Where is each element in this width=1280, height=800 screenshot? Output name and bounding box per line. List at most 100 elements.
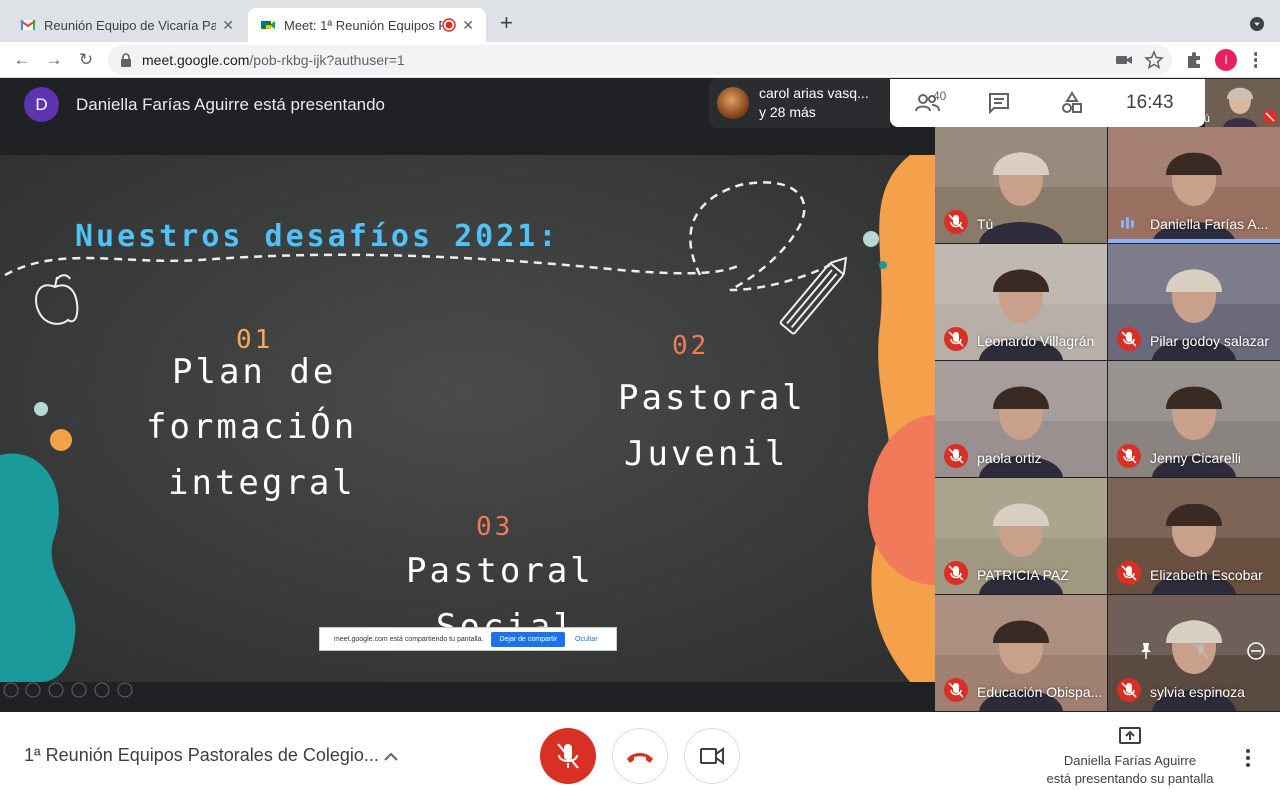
participant-tile[interactable]: Tú	[935, 127, 1107, 243]
participant-tile[interactable]: paola ortiz	[935, 361, 1107, 477]
floating-participant-name: carol arias vasq...	[759, 85, 869, 101]
presenting-status[interactable]: Daniella Farías Aguirre está presentando…	[1030, 726, 1230, 788]
chat-icon[interactable]	[987, 91, 1011, 115]
slide-item-text: formaciÓn	[146, 407, 358, 447]
extensions-puzzle-icon[interactable]	[1184, 50, 1204, 70]
meeting-clock: 16:43	[1126, 92, 1174, 113]
slide-item-number: 03	[476, 512, 514, 542]
meet-icon	[261, 21, 275, 29]
url-path: /pob-rkbg-ijk?authuser=1	[249, 52, 405, 68]
muted-mic-icon	[944, 561, 968, 585]
shared-slide: Nuestros desafíos 2021: 01 Plan de forma…	[0, 155, 935, 682]
lock-icon	[121, 53, 131, 67]
stop-sharing-button[interactable]: Dejar de compartir	[491, 631, 566, 647]
self-preview[interactable]: Tú	[1205, 79, 1280, 127]
tile-hover-controls	[1136, 641, 1266, 665]
camera-permission-icon[interactable]	[1114, 50, 1134, 70]
muted-mic-icon	[944, 444, 968, 468]
presenter-banner-text: Daniella Farías Aguirre está presentando	[76, 94, 386, 114]
participant-name: paola ortiz	[977, 450, 1042, 466]
slide-item-text: Pastoral	[406, 551, 594, 591]
participant-tile[interactable]: Leonardo Villagrán	[935, 244, 1107, 360]
hang-up-icon	[627, 753, 653, 763]
mic-toggle-button[interactable]	[540, 728, 596, 784]
slide-nav-controls[interactable]	[2, 680, 142, 700]
muted-mic-icon	[1117, 678, 1141, 702]
participant-count: 40	[933, 89, 947, 103]
close-tab-icon[interactable]: ✕	[462, 17, 474, 34]
remove-participant-icon[interactable]	[1246, 641, 1266, 661]
participant-tile[interactable]: Daniella Farías A...	[1108, 127, 1280, 243]
muted-mic-icon	[1117, 561, 1141, 585]
activities-icon[interactable]	[1060, 91, 1084, 115]
tab-meet[interactable]: Meet: 1ª Reunión Equipos Pastorales ✕	[248, 8, 486, 42]
presenting-note-name: Daniella Farías Aguirre	[1063, 753, 1197, 768]
participant-name: Educación Obispa...	[977, 684, 1103, 700]
participant-tile[interactable]: PATRICIA PAZ	[935, 478, 1107, 594]
participant-tile[interactable]: Pilar godoy salazar	[1108, 244, 1280, 360]
slide-item-text: Plan de	[172, 352, 337, 392]
tab-title: Meet: 1ª Reunión Equipos Pastorales	[284, 17, 442, 33]
new-tab-button[interactable]: +	[500, 12, 513, 34]
mute-participant-icon[interactable]	[1191, 641, 1211, 661]
gmail-icon	[20, 20, 36, 30]
participant-name: Daniella Farías A...	[1150, 216, 1269, 232]
participant-name: PATRICIA PAZ	[977, 567, 1069, 583]
share-banner-text: meet.google.com está compartiendo tu pan…	[334, 635, 484, 643]
tab-title: Reunión Equipo de Vicaría Pastoral	[44, 17, 217, 33]
slide-item-number: 01	[236, 325, 274, 355]
slide-item-text: integral	[168, 463, 356, 503]
slide-item-text: Pastoral	[618, 378, 806, 418]
url-host: meet.google.com	[142, 52, 250, 68]
muted-mic-icon	[944, 327, 968, 351]
back-arrow-icon[interactable]: ←	[10, 48, 34, 72]
presentation-stage: D Daniella Farías Aguirre está presentan…	[0, 79, 935, 712]
participant-name: Elizabeth Escobar	[1150, 567, 1263, 583]
presenter-banner: D Daniella Farías Aguirre está presentan…	[24, 87, 385, 122]
muted-mic-icon	[1263, 110, 1277, 124]
presenter-avatar: D	[24, 87, 59, 122]
speaking-indicator	[1108, 239, 1280, 243]
participant-name: Pilar godoy salazar	[1150, 333, 1270, 349]
address-bar[interactable]: meet.google.com/pob-rkbg-ijk?authuser=1	[108, 45, 1172, 75]
profile-avatar[interactable]: I	[1215, 49, 1237, 71]
browser-menu-icon[interactable]	[1253, 50, 1257, 70]
audio-level-icon	[1121, 217, 1134, 229]
other-participants-chip[interactable]: carol arias vasq... y 28 más	[709, 78, 890, 128]
participant-name: Leonardo Villagrán	[977, 333, 1095, 349]
presenting-note-status: está presentando su pantalla	[1046, 771, 1214, 786]
browser-toolbar: ← → ↻ meet.google.com/pob-rkbg-ijk?authu…	[0, 42, 1280, 78]
more-options-icon[interactable]	[1244, 748, 1252, 768]
slide-item-text: Juvenil	[624, 434, 789, 474]
forward-arrow-icon[interactable]: →	[42, 48, 66, 72]
hide-banner-link[interactable]: Ocultar	[575, 636, 598, 643]
participant-tile[interactable]: sylvia espinoza	[1108, 595, 1280, 711]
tab-gmail[interactable]: Reunión Equipo de Vicaría Pastoral ✕	[8, 8, 246, 42]
meeting-top-panel: 40 16:43	[890, 79, 1205, 127]
chevron-up-icon[interactable]	[383, 750, 399, 762]
participant-name: sylvia espinoza	[1150, 684, 1245, 700]
slide-item-number: 02	[672, 331, 710, 361]
muted-mic-icon	[944, 210, 968, 234]
meeting-bottom-bar: 1ª Reunión Equipos Pastorales de Colegio…	[0, 712, 1280, 800]
participant-tile[interactable]: Jenny Cicarelli	[1108, 361, 1280, 477]
pin-icon[interactable]	[1136, 641, 1156, 661]
participant-tile[interactable]: Elizabeth Escobar	[1108, 478, 1280, 594]
avatar	[717, 87, 749, 119]
camera-toggle-button[interactable]	[684, 728, 740, 784]
participant-name: Jenny Cicarelli	[1150, 450, 1242, 466]
reload-icon[interactable]: ↻	[74, 48, 98, 72]
screen-share-banner: meet.google.com está compartiendo tu pan…	[319, 627, 617, 651]
close-tab-icon[interactable]: ✕	[222, 17, 234, 34]
mic-off-icon	[557, 743, 579, 769]
slide-heading: Nuestros desafíos 2021:	[75, 219, 560, 254]
star-bookmark-icon[interactable]	[1144, 50, 1164, 70]
participant-tile[interactable]: Educación Obispa...	[935, 595, 1107, 711]
tab-search-icon[interactable]	[1250, 17, 1264, 31]
present-screen-icon	[1119, 727, 1141, 744]
self-preview-label: Tú	[1205, 113, 1210, 125]
camera-icon	[700, 747, 724, 765]
meeting-title[interactable]: 1ª Reunión Equipos Pastorales de Colegio…	[24, 745, 379, 766]
leave-call-button[interactable]	[612, 728, 668, 784]
recording-icon	[442, 18, 457, 32]
